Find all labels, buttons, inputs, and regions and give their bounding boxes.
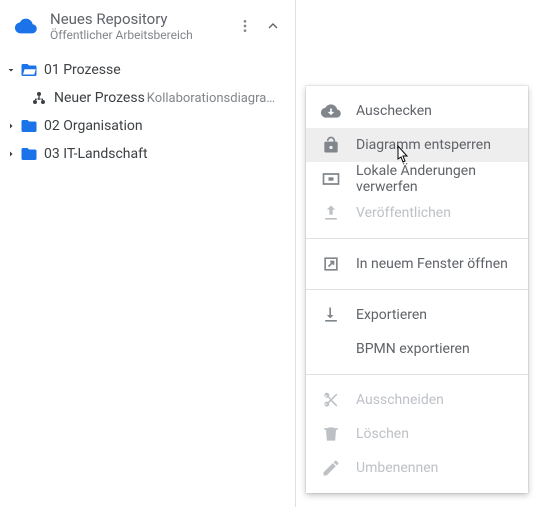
- context-menu: Auschecken Diagramm entsperren Lokale Än…: [306, 86, 528, 493]
- menu-item-label: Lokale Änderungen verwerfen: [356, 163, 514, 195]
- tree-view: 01 Prozesse Neuer Prozess Kollaborations…: [0, 48, 295, 168]
- diagram-icon: [30, 89, 48, 107]
- repository-title: Neues Repository: [50, 10, 233, 28]
- folder-icon: [20, 145, 38, 163]
- menu-item-label: Veröffentlichen: [356, 205, 451, 221]
- cloud-icon: [14, 14, 38, 38]
- menu-item-lokale-aenderungen-verwerfen[interactable]: Lokale Änderungen verwerfen: [306, 162, 528, 196]
- menu-item-umbenennen: Umbenennen: [306, 451, 528, 485]
- menu-item-label: Umbenennen: [356, 460, 438, 476]
- tree-item-label: 03 IT-Landschaft: [44, 146, 148, 162]
- tree-item-label: 02 Organisation: [44, 118, 143, 134]
- menu-item-label: Ausschneiden: [356, 392, 444, 408]
- caret-right-icon[interactable]: [4, 119, 18, 133]
- download-icon: [320, 304, 342, 326]
- tree-item-label: 01 Prozesse: [44, 62, 121, 78]
- upload-icon: [320, 202, 342, 224]
- lock-open-icon: [320, 134, 342, 156]
- menu-item-label: Exportieren: [356, 307, 427, 323]
- discard-icon: [320, 168, 342, 190]
- menu-item-bpmn-exportieren[interactable]: BPMN exportieren: [306, 332, 528, 366]
- menu-item-auschecken[interactable]: Auschecken: [306, 94, 528, 128]
- menu-separator: [306, 374, 528, 375]
- menu-item-exportieren[interactable]: Exportieren: [306, 298, 528, 332]
- cloud-download-icon: [320, 100, 342, 122]
- menu-separator: [306, 238, 528, 239]
- folder-open-icon: [20, 61, 38, 79]
- menu-item-label: BPMN exportieren: [356, 341, 470, 357]
- menu-item-label: In neuem Fenster öffnen: [356, 256, 508, 272]
- menu-item-diagramm-entsperren[interactable]: Diagramm entsperren: [306, 128, 528, 162]
- tree-folder-02-organisation[interactable]: 02 Organisation: [0, 112, 295, 140]
- repository-header: Neues Repository Öffentlicher Arbeitsber…: [0, 4, 295, 48]
- delete-icon: [320, 423, 342, 445]
- tree-item-neuer-prozess[interactable]: Neuer Prozess Kollaborationsdiagra…: [0, 84, 295, 112]
- repository-subtitle: Öffentlicher Arbeitsbereich: [50, 28, 233, 42]
- caret-down-icon[interactable]: [4, 63, 18, 77]
- tree-item-sublabel: Kollaborationsdiagra…: [147, 91, 275, 106]
- tree-item-label: Neuer Prozess: [54, 90, 145, 106]
- repository-sidebar: Neues Repository Öffentlicher Arbeitsber…: [0, 0, 296, 507]
- repository-menu-button[interactable]: [233, 14, 257, 38]
- tree-folder-03-it-landschaft[interactable]: 03 IT-Landschaft: [0, 140, 295, 168]
- caret-right-icon[interactable]: [4, 147, 18, 161]
- menu-item-ausschneiden: Ausschneiden: [306, 383, 528, 417]
- menu-item-veroeffentlichen: Veröffentlichen: [306, 196, 528, 230]
- menu-item-label: Diagramm entsperren: [356, 137, 491, 153]
- menu-item-label: Löschen: [356, 426, 409, 442]
- menu-separator: [306, 289, 528, 290]
- edit-icon: [320, 457, 342, 479]
- cut-icon: [320, 389, 342, 411]
- menu-item-label: Auschecken: [356, 103, 432, 119]
- open-new-icon: [320, 253, 342, 275]
- tree-folder-01-prozesse[interactable]: 01 Prozesse: [0, 56, 295, 84]
- menu-item-in-neuem-fenster-oeffnen[interactable]: In neuem Fenster öffnen: [306, 247, 528, 281]
- folder-icon: [20, 117, 38, 135]
- collapse-sidebar-button[interactable]: [261, 14, 285, 38]
- menu-item-loeschen: Löschen: [306, 417, 528, 451]
